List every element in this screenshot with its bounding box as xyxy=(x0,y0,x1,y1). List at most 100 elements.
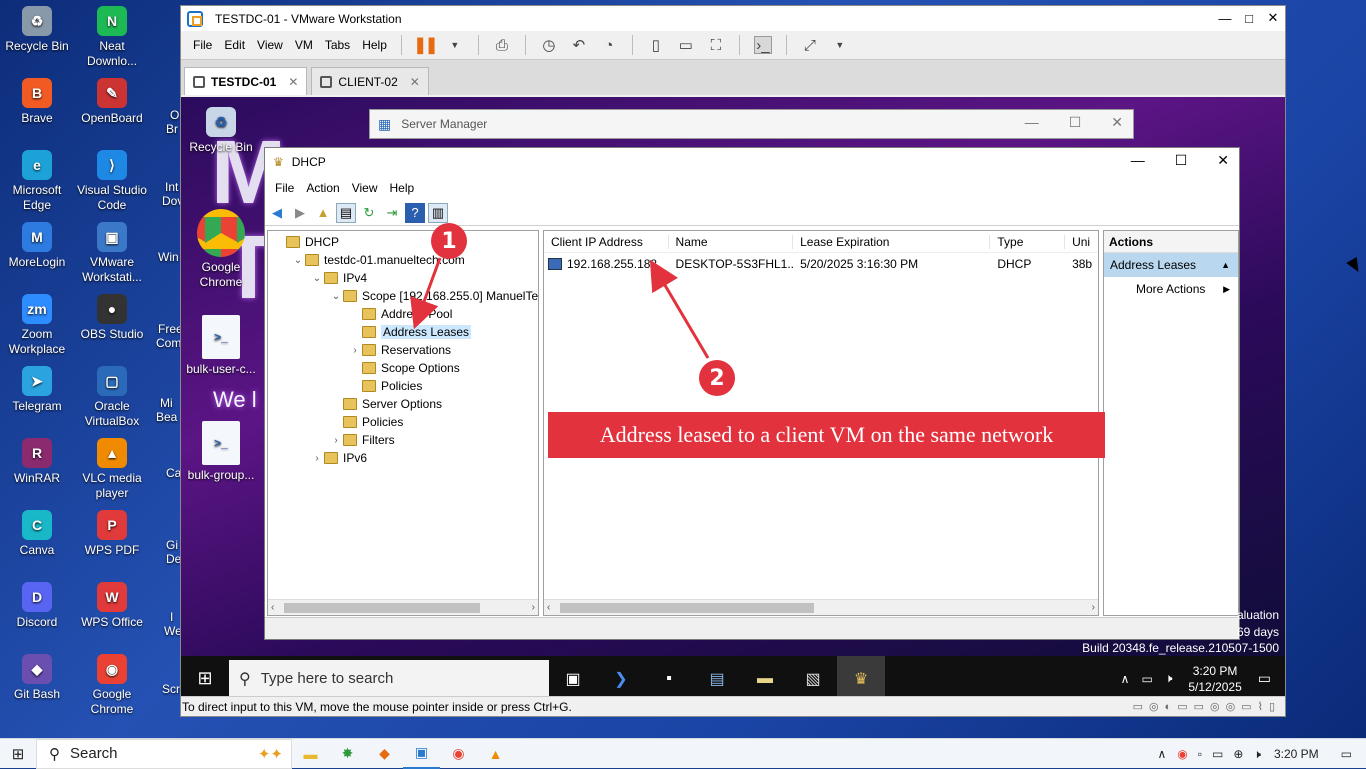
desktop-icon[interactable]: ▣ VMware Workstati... xyxy=(76,222,148,285)
desktop-icon[interactable]: N Neat Downlo... xyxy=(76,6,148,69)
scroll-thumb[interactable] xyxy=(560,603,814,613)
desktop-icon[interactable]: ◆ Git Bash xyxy=(1,654,73,702)
scroll-left-icon[interactable]: ‹ xyxy=(547,602,550,613)
desktop-icon[interactable]: ▢ Oracle VirtualBox xyxy=(76,366,148,429)
menu-action[interactable]: Action xyxy=(300,181,345,195)
git-icon[interactable]: ◆ xyxy=(366,739,403,769)
menu-view[interactable]: View xyxy=(346,181,384,195)
server-manager-taskbar-icon[interactable]: ▤ xyxy=(693,656,741,701)
volume-icon[interactable]: 🕨 xyxy=(1165,671,1173,686)
vmware-taskbar-icon[interactable]: ▣ xyxy=(403,739,440,769)
tree-node[interactable]: Address Pool xyxy=(348,305,452,323)
library-icon[interactable]: ▯ xyxy=(647,36,665,54)
menu-tabs[interactable]: Tabs xyxy=(319,38,356,52)
desktop-icon[interactable]: ➤ Telegram xyxy=(1,366,73,414)
expand-arrow-icon[interactable]: › xyxy=(348,345,362,356)
vlc-taskbar-icon[interactable]: ▲ xyxy=(477,739,514,769)
desktop-icon[interactable]: C Canva xyxy=(1,510,73,558)
forward-icon[interactable]: ▶ xyxy=(290,203,310,223)
guest-bulk-group-script[interactable]: >_ bulk-group... xyxy=(185,421,257,483)
export-list-icon[interactable]: ⇥ xyxy=(382,203,402,223)
desktop-icon[interactable]: M MoreLogin xyxy=(1,222,73,270)
expand-arrow-icon[interactable]: ⌄ xyxy=(329,291,343,302)
table-row[interactable]: 192.168.255.188 DESKTOP-5S3FHL1.... 5/20… xyxy=(544,253,1098,275)
tree-hscroll[interactable]: ‹ › xyxy=(268,599,538,615)
menu-view[interactable]: View xyxy=(251,38,289,52)
expand-arrow-icon[interactable]: ⌄ xyxy=(291,255,305,266)
close-tab-icon[interactable]: ✕ xyxy=(288,75,298,89)
language-icon[interactable]: ⊕ xyxy=(1233,747,1243,761)
expand-arrow-icon[interactable]: ⌄ xyxy=(310,273,324,284)
tree-node[interactable]: ⌄ IPv4 xyxy=(310,269,367,287)
scroll-thumb[interactable] xyxy=(284,603,480,613)
battery-icon[interactable]: ▭ xyxy=(1212,747,1223,761)
desktop-icon[interactable]: R WinRAR xyxy=(1,438,73,486)
desktop-icon[interactable]: D Discord xyxy=(1,582,73,630)
vm-console[interactable]: M T We l ♻ Recycle Bin Google Chrome >_ … xyxy=(181,97,1285,701)
show-hidden-icons-icon[interactable]: ∧ xyxy=(1157,747,1166,761)
desktop-icon[interactable]: ● OBS Studio xyxy=(76,294,148,342)
windows-start-icon[interactable]: ⊞ xyxy=(0,745,36,763)
action-pane-icon[interactable]: ▥ xyxy=(428,202,448,223)
column-client-ip[interactable]: Client IP Address xyxy=(544,234,669,249)
maximize-button[interactable]: ☐ xyxy=(1175,152,1188,169)
full-screen-icon[interactable]: ⤢ xyxy=(801,36,819,54)
close-tab-icon[interactable]: ✕ xyxy=(410,75,420,89)
send-ctrl-alt-del-icon[interactable]: ⎙ xyxy=(493,36,511,54)
tree-node[interactable]: Scope Options xyxy=(348,359,460,377)
windows-start-icon[interactable]: ⊞ xyxy=(181,668,229,689)
dropdown-icon[interactable]: ▼ xyxy=(446,36,464,54)
desktop-icon[interactable]: P WPS PDF xyxy=(76,510,148,558)
notifications-icon[interactable]: ▭ xyxy=(1341,747,1352,761)
help-icon[interactable]: ? xyxy=(405,202,425,223)
tree-node[interactable]: › Reservations xyxy=(348,341,451,359)
tab-client-02[interactable]: CLIENT-02 ✕ xyxy=(311,67,429,95)
device-status-icons[interactable]: ▭◎◐▭▭◎◎▭⌇▯ xyxy=(1133,700,1281,713)
notifications-icon[interactable]: ▭ xyxy=(1258,670,1271,687)
menu-help[interactable]: Help xyxy=(356,38,393,52)
refresh-icon[interactable]: ↻ xyxy=(359,203,379,223)
list-hscroll[interactable]: ‹ › xyxy=(544,599,1098,615)
tree-node[interactable]: Policies xyxy=(348,377,422,395)
tree-node[interactable]: Address Leases xyxy=(348,323,472,341)
desktop-icon[interactable]: ▲ VLC media player xyxy=(76,438,148,501)
close-button[interactable]: ✕ xyxy=(1261,6,1285,30)
tab-testdc-01[interactable]: TESTDC-01 ✕ xyxy=(184,67,308,95)
guest-chrome[interactable]: Google Chrome xyxy=(185,209,257,290)
menu-file[interactable]: File xyxy=(269,181,300,195)
maximize-button[interactable]: □ xyxy=(1237,6,1261,30)
powershell-icon[interactable]: ❯ xyxy=(597,656,645,701)
file-explorer-icon[interactable]: ▬ xyxy=(741,656,789,701)
file-explorer-icon[interactable]: ▬ xyxy=(292,739,329,769)
column-type[interactable]: Type xyxy=(990,234,1066,249)
desktop-icon[interactable]: e Microsoft Edge xyxy=(1,150,73,213)
guest-recycle-bin[interactable]: ♻ Recycle Bin xyxy=(185,107,257,155)
scroll-right-icon[interactable]: › xyxy=(1092,602,1095,613)
guest-search-box[interactable]: ⚲ Type here to search xyxy=(229,659,549,698)
desktop-icon[interactable]: ◉ Google Chrome xyxy=(76,654,148,717)
host-search-box[interactable]: ⚲ Search ✦✦ xyxy=(36,738,292,769)
desktop-icon[interactable]: ⟩ Visual Studio Code xyxy=(76,150,148,213)
thumbnail-bar-icon[interactable]: ▭ xyxy=(677,36,695,54)
menu-file[interactable]: File xyxy=(187,38,218,52)
tree-node[interactable]: ⌄ Scope [192.168.255.0] ManuelTech D xyxy=(329,287,538,305)
tree-node[interactable]: › Filters xyxy=(329,431,394,449)
show-hide-tree-icon[interactable]: ▤ xyxy=(336,202,356,223)
meet-now-icon[interactable]: ▫ xyxy=(1198,747,1202,761)
server-manager-window[interactable]: ▦ Server Manager — ☐ ✕ xyxy=(369,109,1134,139)
fit-guest-icon[interactable]: ⛶ xyxy=(707,36,725,54)
expand-arrow-icon[interactable]: › xyxy=(329,435,343,446)
minimize-button[interactable]: — xyxy=(1131,152,1145,169)
maximize-button[interactable]: ☐ xyxy=(1069,114,1082,131)
task-view-icon[interactable]: ▣ xyxy=(549,656,597,701)
scroll-left-icon[interactable]: ‹ xyxy=(271,602,274,613)
more-actions-item[interactable]: More Actions ▶ xyxy=(1104,277,1238,301)
collapse-icon[interactable]: ▲ xyxy=(1221,260,1230,270)
menu-help[interactable]: Help xyxy=(384,181,421,195)
snapshot-manager-icon[interactable]: ◔ xyxy=(600,36,618,54)
column-name[interactable]: Name xyxy=(669,234,794,249)
console-view-icon[interactable]: ›_ xyxy=(753,36,772,54)
minimize-button[interactable]: — xyxy=(1025,114,1039,131)
guest-clock[interactable]: 3:20 PM 5/12/2025 xyxy=(1178,663,1251,695)
tree-node[interactable]: DHCP xyxy=(272,233,339,251)
